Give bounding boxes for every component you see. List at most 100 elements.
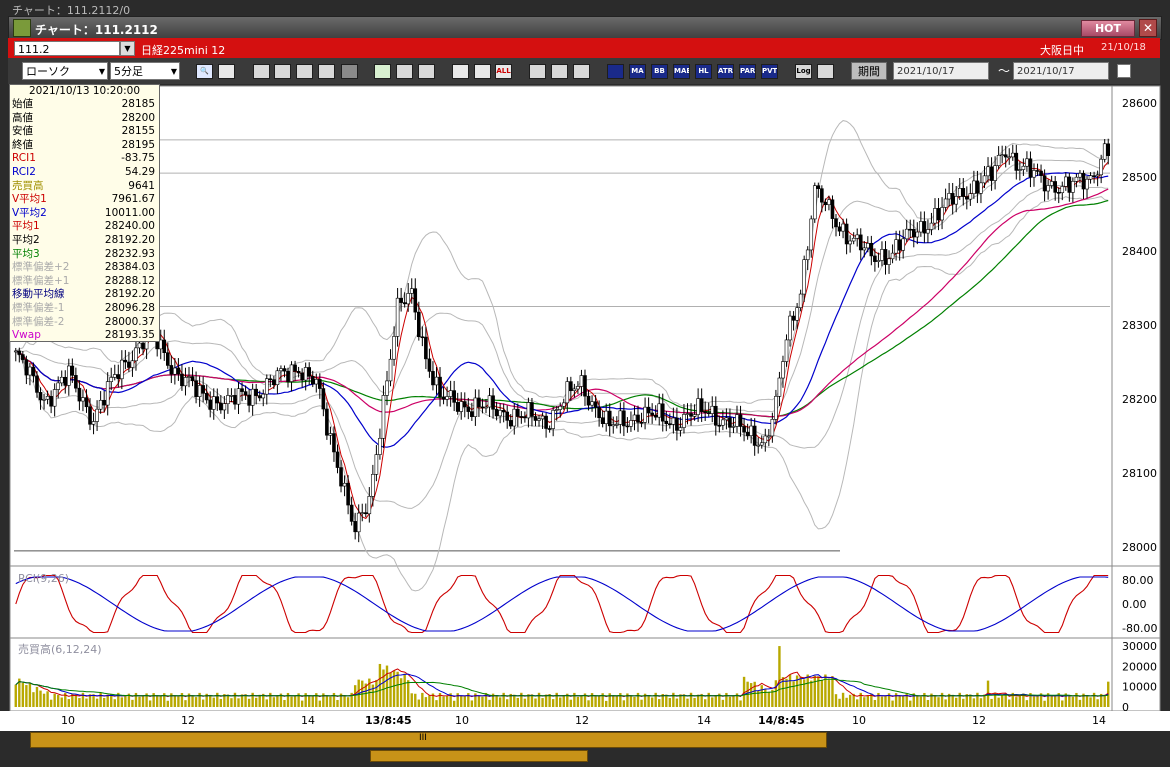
candle-body bbox=[1032, 170, 1036, 178]
candle-body bbox=[749, 425, 753, 436]
candle-body bbox=[989, 166, 994, 181]
candle-body bbox=[349, 504, 354, 522]
scroll-thumb[interactable] bbox=[370, 750, 588, 762]
candle-body bbox=[303, 367, 308, 381]
candle-body bbox=[431, 371, 435, 386]
volume-bar bbox=[308, 696, 311, 707]
volume-bar bbox=[1036, 695, 1039, 707]
candle-body bbox=[240, 388, 244, 392]
candle-body bbox=[169, 365, 174, 375]
candle-body bbox=[802, 259, 806, 295]
candle-body bbox=[318, 379, 322, 389]
volume-bar bbox=[990, 698, 993, 707]
candle-body bbox=[710, 405, 715, 414]
volume-bar bbox=[559, 697, 562, 707]
candle-body bbox=[247, 394, 251, 406]
volume-bar bbox=[827, 680, 831, 707]
candle-body bbox=[1106, 143, 1111, 156]
candle-body bbox=[876, 260, 881, 262]
price-tick-label: 28500 bbox=[1122, 171, 1157, 184]
candle-body bbox=[897, 239, 902, 251]
volume-bar bbox=[407, 680, 410, 707]
volume-bar bbox=[495, 695, 498, 707]
candle-body bbox=[1053, 181, 1057, 193]
volume-tick-label: 10000 bbox=[1122, 681, 1157, 694]
volume-bar bbox=[138, 696, 141, 707]
candle-body bbox=[590, 401, 594, 406]
candle-body bbox=[88, 406, 92, 425]
candle-body bbox=[986, 166, 990, 177]
info-row: RCI2 54.29 bbox=[10, 166, 159, 180]
candle-body bbox=[63, 376, 68, 386]
candle-body bbox=[279, 368, 283, 372]
candle-body bbox=[477, 397, 481, 408]
volume-bar bbox=[728, 696, 732, 707]
volume-bar bbox=[810, 680, 813, 707]
volume-title: 売買高(6,12,24) bbox=[18, 642, 102, 656]
volume-bar bbox=[1054, 696, 1057, 707]
candle-body bbox=[996, 155, 1001, 166]
volume-bar bbox=[113, 699, 116, 707]
candle-body bbox=[569, 381, 573, 391]
volume-bar bbox=[463, 696, 466, 707]
candle-body bbox=[887, 258, 891, 265]
candle-body bbox=[1014, 152, 1019, 171]
candle-body bbox=[353, 521, 357, 533]
candle-body bbox=[756, 444, 761, 447]
volume-bar bbox=[166, 700, 169, 707]
volume-bar bbox=[873, 699, 877, 707]
candle-body bbox=[1064, 176, 1068, 187]
candle-body bbox=[35, 375, 39, 393]
volume-bar bbox=[460, 696, 463, 707]
volume-bar bbox=[1085, 695, 1089, 707]
candle-body bbox=[505, 411, 510, 421]
volume-bar bbox=[675, 698, 679, 707]
horizontal-scrollbar[interactable]: III bbox=[30, 732, 827, 748]
candle-body bbox=[1067, 176, 1072, 193]
volume-bar bbox=[403, 673, 406, 707]
x-label: 13/8:45 bbox=[365, 714, 412, 727]
info-value: 28185 bbox=[121, 98, 155, 110]
volume-bar bbox=[909, 700, 912, 707]
volume-bar bbox=[293, 695, 297, 707]
volume-bar bbox=[569, 699, 573, 707]
volume-bar bbox=[1000, 694, 1004, 707]
candle-body bbox=[45, 396, 50, 400]
candle-body bbox=[699, 398, 704, 412]
candle-body bbox=[713, 405, 718, 426]
chart-area[interactable]: 28600 28500 28400 28300 28200 28100 28000 80.00… bbox=[0, 0, 1170, 767]
volume-bar bbox=[749, 683, 753, 707]
candle-body bbox=[102, 399, 106, 406]
volume-bar bbox=[594, 696, 597, 707]
candle-body bbox=[473, 397, 478, 417]
volume-bar bbox=[1103, 694, 1106, 707]
candle-body bbox=[371, 474, 375, 497]
volume-bar bbox=[597, 695, 601, 707]
candle-body bbox=[455, 402, 460, 412]
candle-body bbox=[52, 389, 57, 407]
candle-body bbox=[788, 315, 792, 341]
candle-body bbox=[1021, 165, 1026, 170]
info-value: 9641 bbox=[128, 179, 155, 192]
candle-body bbox=[484, 406, 488, 409]
candle-body bbox=[844, 223, 849, 245]
candle-body bbox=[74, 375, 78, 389]
candle-body bbox=[226, 395, 230, 404]
volume-bar bbox=[513, 694, 516, 707]
volume-bar bbox=[396, 671, 399, 707]
volume-bar bbox=[201, 699, 205, 707]
candle-body bbox=[84, 397, 89, 408]
volume-bar bbox=[300, 700, 304, 707]
candle-body bbox=[544, 415, 548, 429]
candle-body bbox=[300, 372, 304, 381]
candle-body bbox=[795, 307, 799, 321]
info-value: 28240.00 bbox=[104, 220, 155, 233]
info-label: 平均1 bbox=[12, 220, 40, 233]
volume-bar bbox=[732, 695, 735, 707]
candle-body bbox=[561, 402, 566, 407]
candle-body bbox=[660, 403, 665, 422]
info-label: 安値 bbox=[12, 125, 33, 138]
candle-body bbox=[194, 380, 198, 397]
info-label: 移動平均線 bbox=[12, 288, 65, 301]
candle-body bbox=[17, 350, 22, 355]
